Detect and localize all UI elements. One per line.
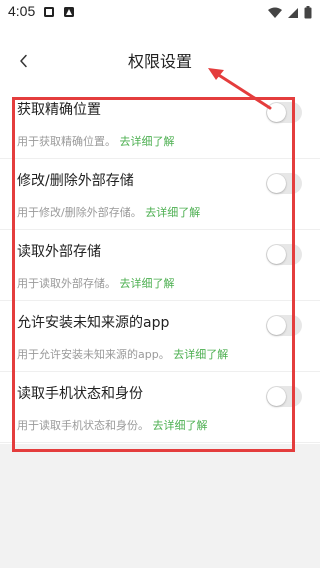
setting-description-text: 用于读取手机状态和身份。 (17, 419, 149, 432)
learn-more-link[interactable]: 去详细了解 (173, 348, 228, 361)
toggle-knob (267, 245, 286, 264)
signal-icon (287, 7, 299, 23)
wifi-icon (268, 7, 282, 23)
setting-title: 读取手机状态和身份 (17, 386, 143, 402)
setting-description: 用于允许安装未知来源的app。 去详细了解 (17, 346, 228, 362)
learn-more-link[interactable]: 去详细了解 (120, 277, 175, 290)
setting-description: 用于读取手机状态和身份。 去详细了解 (17, 417, 208, 433)
setting-item-read-storage: 读取外部存储 用于读取外部存储。 去详细了解 (0, 230, 320, 301)
setting-description-text: 用于修改/删除外部存储。 (17, 206, 142, 219)
setting-title: 读取外部存储 (17, 244, 101, 260)
status-icons-left (43, 6, 75, 22)
toggle-knob (267, 174, 286, 193)
notification-icon (43, 6, 55, 22)
status-time: 4:05 (8, 3, 36, 19)
setting-description: 用于修改/删除外部存储。 去详细了解 (17, 204, 200, 220)
toggle-knob (267, 316, 286, 335)
setting-item-phone-state: 读取手机状态和身份 用于读取手机状态和身份。 去详细了解 (0, 372, 320, 443)
setting-title: 允许安装未知来源的app (17, 315, 170, 331)
setting-title: 获取精确位置 (17, 102, 101, 118)
battery-icon (304, 6, 312, 23)
setting-item-modify-storage: 修改/删除外部存储 用于修改/删除外部存储。 去详细了解 (0, 159, 320, 230)
learn-more-link[interactable]: 去详细了解 (145, 206, 200, 219)
status-bar: 4:05 (0, 0, 320, 24)
setting-description: 用于读取外部存储。 去详细了解 (17, 275, 175, 291)
setting-description-text: 用于获取精确位置。 (17, 135, 116, 148)
install-unknown-apps-toggle[interactable] (266, 315, 302, 336)
precise-location-toggle[interactable] (266, 102, 302, 123)
toggle-knob (267, 387, 286, 406)
setting-description-text: 用于读取外部存储。 (17, 277, 116, 290)
phone-state-toggle[interactable] (266, 386, 302, 407)
image-icon (63, 6, 75, 22)
page-title: 权限设置 (127, 52, 192, 71)
learn-more-link[interactable]: 去详细了解 (120, 135, 175, 148)
status-icons-right (268, 6, 312, 23)
read-storage-toggle[interactable] (266, 244, 302, 265)
modify-storage-toggle[interactable] (266, 173, 302, 194)
setting-description: 用于获取精确位置。 去详细了解 (17, 133, 175, 149)
setting-description-text: 用于允许安装未知来源的app。 (17, 348, 170, 361)
setting-title: 修改/删除外部存储 (17, 173, 134, 189)
settings-panel: 获取精确位置 用于获取精确位置。 去详细了解 修改/删除外部存储 用于修改/删除… (0, 88, 320, 444)
setting-item-precise-location: 获取精确位置 用于获取精确位置。 去详细了解 (0, 88, 320, 159)
learn-more-link[interactable]: 去详细了解 (153, 419, 208, 432)
setting-item-install-unknown-apps: 允许安装未知来源的app 用于允许安装未知来源的app。 去详细了解 (0, 301, 320, 372)
toggle-knob (267, 103, 286, 122)
